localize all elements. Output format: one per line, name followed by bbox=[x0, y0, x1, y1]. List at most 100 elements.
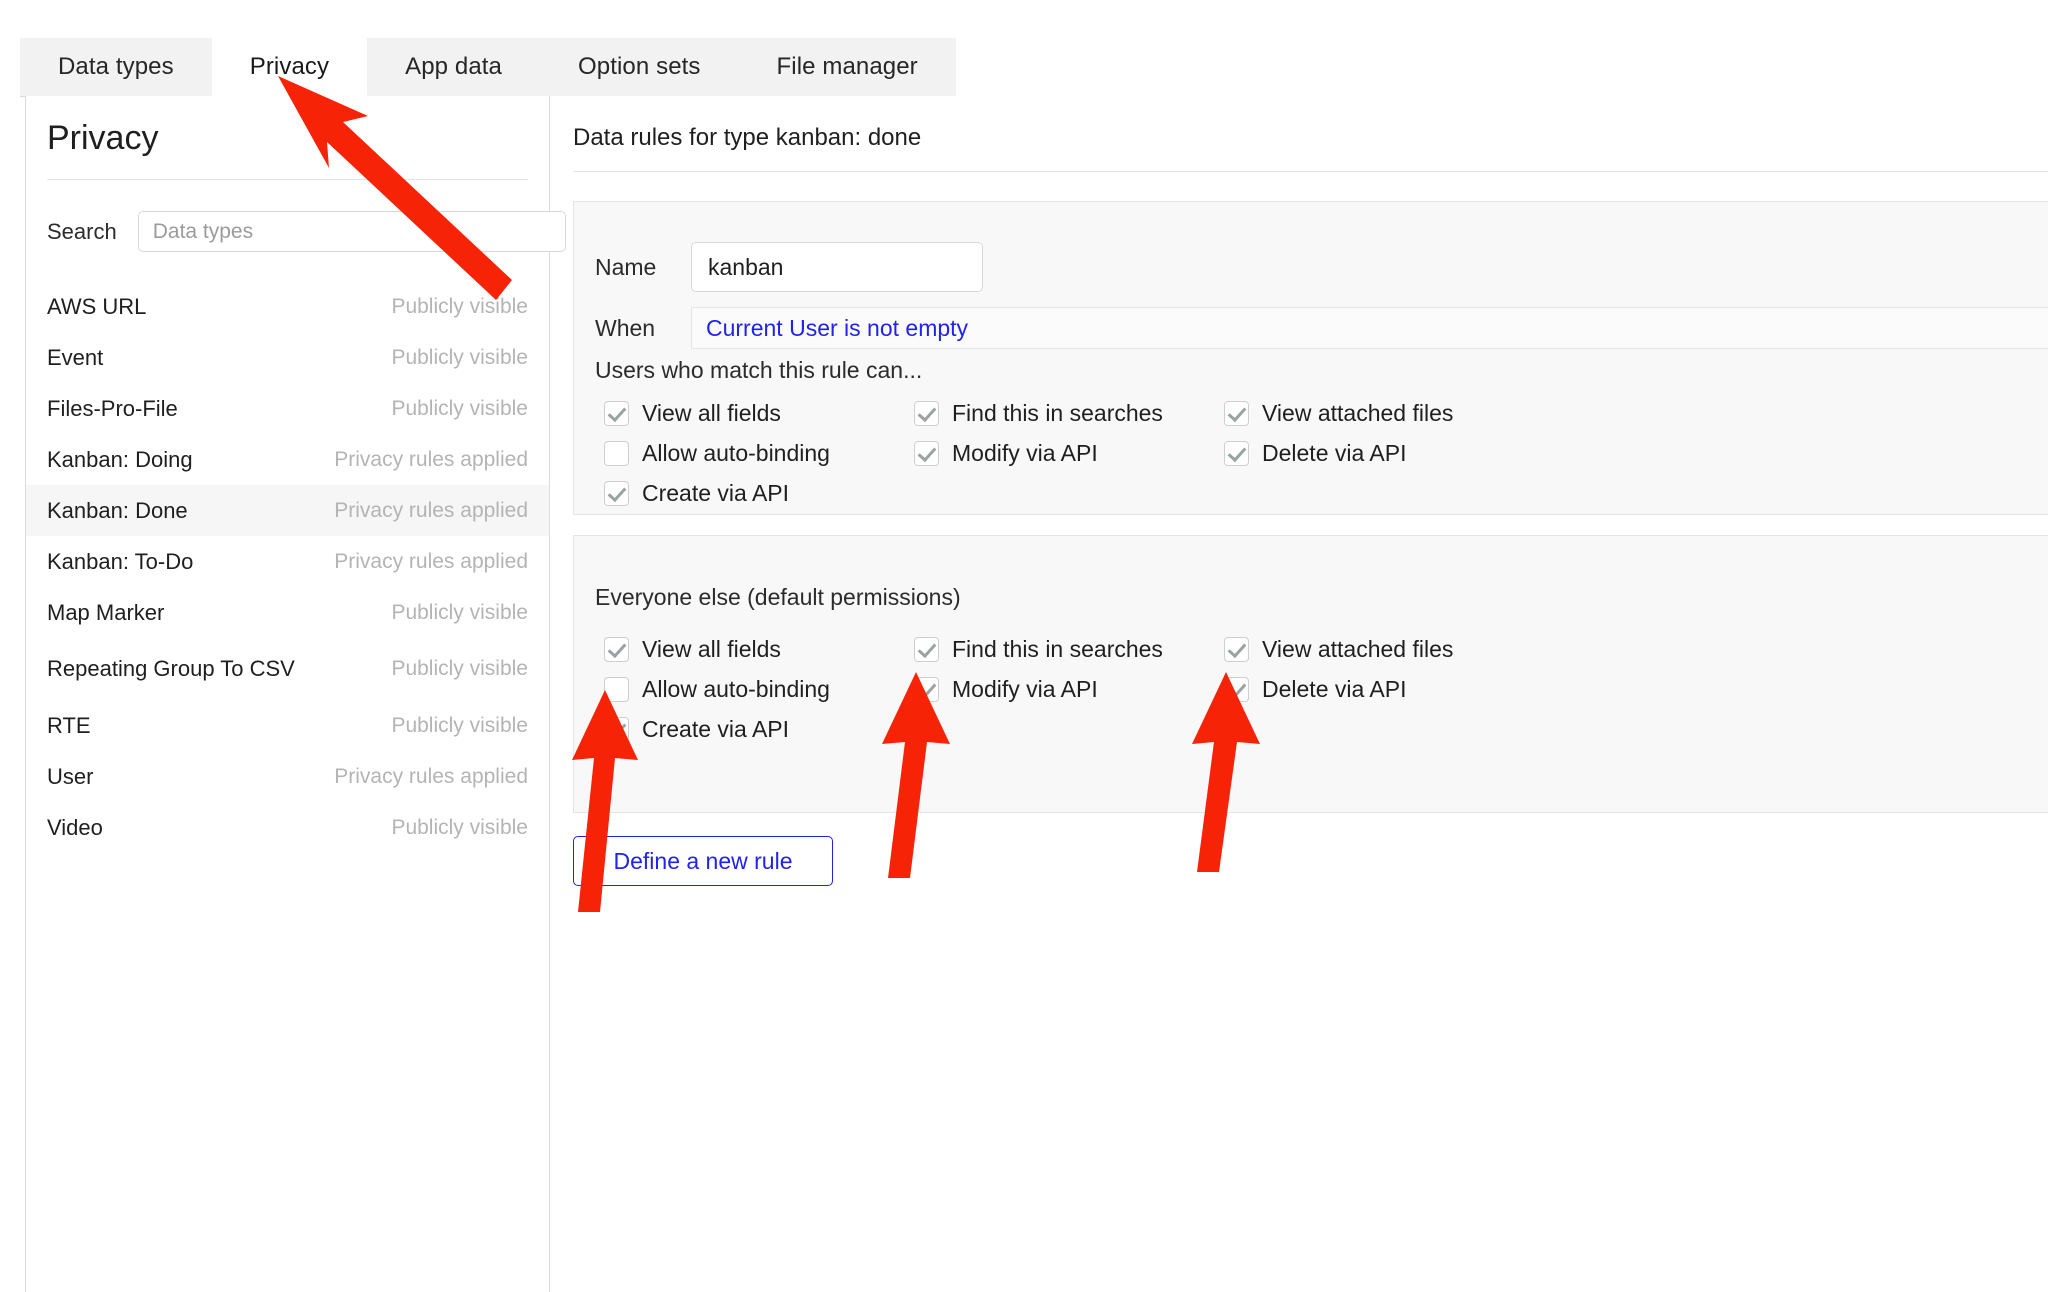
rule-name-row: Name bbox=[595, 242, 983, 292]
checkmark-icon[interactable] bbox=[1224, 677, 1249, 702]
rule-when-label: When bbox=[595, 314, 656, 341]
checkmark-icon[interactable] bbox=[914, 677, 939, 702]
data-type-status: Privacy rules applied bbox=[334, 764, 528, 788]
data-type-row[interactable]: Event Publicly visible bbox=[26, 332, 549, 383]
rule-when-expression-box[interactable]: Current User is not empty bbox=[691, 307, 2048, 349]
permission-checkbox-modify-via-api[interactable]: Modify via API bbox=[914, 440, 1224, 467]
data-type-name: User bbox=[47, 763, 94, 789]
search-row: Search bbox=[47, 211, 566, 252]
data-type-row[interactable]: AWS URL Publicly visible bbox=[26, 281, 549, 332]
permission-checkbox-find-this-in-searches[interactable]: Find this in searches bbox=[914, 636, 1224, 663]
privacy-rule-card: Name When Current User is not empty User… bbox=[573, 201, 2048, 515]
permission-label: Modify via API bbox=[952, 440, 1098, 466]
bubble-editor-screenshot: Data types Privacy App data Option sets File… bbox=[0, 0, 2048, 1292]
tab-option-sets[interactable]: Option sets bbox=[540, 38, 739, 96]
data-type-status: Publicly visible bbox=[391, 345, 528, 369]
permission-label: Create via API bbox=[642, 480, 790, 506]
permission-checkbox-find-this-in-searches[interactable]: Find this in searches bbox=[914, 400, 1224, 427]
data-type-name: Video bbox=[47, 814, 103, 840]
permission-label: Create via API bbox=[642, 716, 790, 742]
checkmark-icon[interactable] bbox=[914, 401, 939, 426]
default-permissions-caption: Everyone else (default permissions) bbox=[595, 584, 961, 610]
data-type-name: Repeating Group To CSV bbox=[47, 656, 295, 682]
default-permissions-grid: View all fields Find this in searches View… bbox=[604, 636, 1534, 743]
default-permissions-card: Everyone else (default permissions) View… bbox=[573, 535, 2048, 813]
permission-label: Allow auto-binding bbox=[642, 440, 830, 466]
data-type-row[interactable]: Map Marker Publicly visible bbox=[26, 587, 549, 638]
privacy-right-pane: Data rules for type kanban: done Name Wh… bbox=[551, 96, 2048, 1292]
permission-checkbox-view-all-fields[interactable]: View all fields bbox=[604, 636, 914, 663]
data-type-row[interactable]: Video Publicly visible bbox=[26, 802, 549, 853]
permission-checkbox-create-via-api[interactable]: Create via API bbox=[604, 716, 914, 743]
data-type-status: Publicly visible bbox=[391, 713, 528, 737]
rule-when-expression[interactable]: Current User is not empty bbox=[706, 315, 968, 342]
data-type-name: Kanban: To-Do bbox=[47, 548, 194, 574]
data-type-row[interactable]: Files-Pro-File Publicly visible bbox=[26, 383, 549, 434]
data-type-row[interactable]: RTE Publicly visible bbox=[26, 700, 549, 751]
permission-checkbox-delete-via-api[interactable]: Delete via API bbox=[1224, 440, 1534, 467]
permission-checkbox-view-attached-files[interactable]: View attached files bbox=[1224, 636, 1534, 663]
checkmark-icon[interactable] bbox=[604, 481, 629, 506]
checkmark-icon[interactable] bbox=[604, 637, 629, 662]
checkmark-icon[interactable] bbox=[1224, 637, 1249, 662]
checkmark-icon[interactable] bbox=[604, 401, 629, 426]
page-title: Privacy bbox=[47, 119, 159, 157]
data-type-status: Privacy rules applied bbox=[334, 447, 528, 471]
permission-label: View attached files bbox=[1262, 636, 1454, 662]
checkmark-icon[interactable] bbox=[914, 441, 939, 466]
data-type-name: AWS URL bbox=[47, 293, 147, 319]
checkmark-icon[interactable] bbox=[1224, 401, 1249, 426]
permission-checkbox-delete-via-api[interactable]: Delete via API bbox=[1224, 676, 1534, 703]
checkmark-icon[interactable] bbox=[604, 717, 629, 742]
permission-label: View attached files bbox=[1262, 400, 1454, 426]
data-types-list: AWS URL Publicly visible Event Publicly vis… bbox=[26, 281, 549, 853]
empty-checkbox-icon[interactable] bbox=[604, 677, 629, 702]
data-type-status: Publicly visible bbox=[391, 815, 528, 839]
permission-checkbox-modify-via-api[interactable]: Modify via API bbox=[914, 676, 1224, 703]
tab-file-manager[interactable]: File manager bbox=[738, 38, 956, 96]
data-type-name: Kanban: Doing bbox=[47, 446, 193, 472]
permission-checkbox-allow-auto-binding[interactable]: Allow auto-binding bbox=[604, 676, 914, 703]
data-type-status: Publicly visible bbox=[391, 294, 528, 318]
editor-tabbar: Data types Privacy App data Option sets File… bbox=[20, 38, 956, 97]
data-type-name: Kanban: Done bbox=[47, 497, 188, 523]
data-type-status: Privacy rules applied bbox=[334, 549, 528, 573]
data-type-status: Privacy rules applied bbox=[334, 498, 528, 522]
tab-data-types[interactable]: Data types bbox=[20, 38, 212, 96]
rule-name-label: Name bbox=[595, 253, 657, 280]
data-type-row[interactable]: Kanban: To-Do Privacy rules applied bbox=[26, 536, 549, 587]
data-type-status: Publicly visible bbox=[391, 657, 528, 680]
data-type-status: Publicly visible bbox=[391, 600, 528, 624]
permission-label: Delete via API bbox=[1262, 676, 1407, 702]
permission-label: View all fields bbox=[642, 636, 781, 662]
empty-checkbox-icon[interactable] bbox=[604, 441, 629, 466]
data-type-row[interactable]: Repeating Group To CSV Publicly visible bbox=[26, 638, 549, 700]
checkmark-icon[interactable] bbox=[914, 637, 939, 662]
data-type-name: Event bbox=[47, 344, 104, 370]
tab-privacy[interactable]: Privacy bbox=[211, 38, 368, 96]
data-type-row[interactable]: Kanban: Done Privacy rules applied bbox=[26, 485, 549, 536]
rule-permissions-grid: View all fields Find this in searches View… bbox=[604, 400, 1534, 507]
permission-label: Delete via API bbox=[1262, 440, 1407, 466]
checkmark-icon[interactable] bbox=[1224, 441, 1249, 466]
search-label: Search bbox=[47, 218, 117, 244]
rule-match-caption: Users who match this rule can... bbox=[595, 357, 923, 383]
rule-name-input[interactable] bbox=[691, 242, 983, 292]
data-type-row[interactable]: User Privacy rules applied bbox=[26, 751, 549, 802]
define-new-rule-button[interactable]: Define a new rule bbox=[573, 836, 833, 886]
permission-label: Find this in searches bbox=[952, 400, 1163, 426]
tab-app-data[interactable]: App data bbox=[367, 38, 541, 96]
data-type-name: RTE bbox=[47, 712, 91, 738]
data-type-row[interactable]: Kanban: Doing Privacy rules applied bbox=[26, 434, 549, 485]
permission-checkbox-view-attached-files[interactable]: View attached files bbox=[1224, 400, 1534, 427]
editor-body: Privacy Search AWS URLPublicly visibleEv… bbox=[26, 96, 2048, 1292]
permission-checkbox-view-all-fields[interactable]: View all fields bbox=[604, 400, 914, 427]
data-rules-heading: Data rules for type kanban: done bbox=[573, 124, 922, 151]
rule-when-row: When Current User is not empty bbox=[595, 307, 2048, 349]
search-input[interactable] bbox=[137, 211, 566, 252]
permission-checkbox-allow-auto-binding[interactable]: Allow auto-binding bbox=[604, 440, 914, 467]
permission-label: Modify via API bbox=[952, 676, 1098, 702]
permission-label: Find this in searches bbox=[952, 636, 1163, 662]
data-type-status: Publicly visible bbox=[391, 396, 528, 420]
permission-checkbox-create-via-api[interactable]: Create via API bbox=[604, 480, 914, 507]
